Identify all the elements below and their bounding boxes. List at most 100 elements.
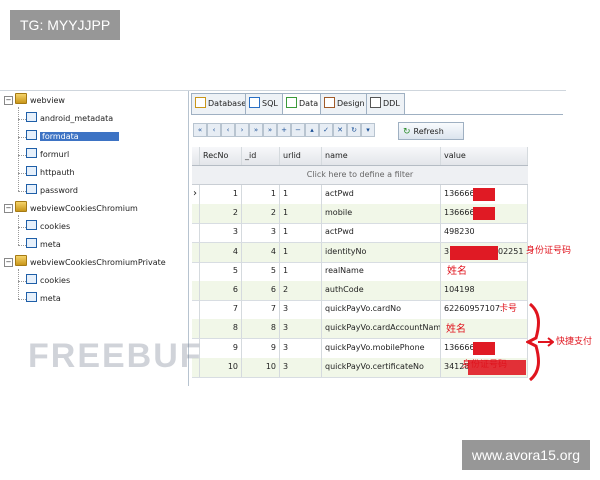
tree-database[interactable]: − webview xyxy=(4,93,65,109)
table-row[interactable]: 6 6 2 authCode 104198 xyxy=(192,281,528,301)
refresh-button[interactable]: ↻ Refresh xyxy=(398,122,464,140)
tab-label: SQL xyxy=(262,99,278,108)
tab-label: Data xyxy=(299,99,319,108)
cell-urlid[interactable]: 1 xyxy=(280,261,322,281)
column-header-name[interactable]: name xyxy=(322,147,441,165)
collapse-icon[interactable]: − xyxy=(4,258,13,267)
tab-ddl[interactable]: DDL xyxy=(366,93,405,115)
collapse-icon[interactable]: − xyxy=(4,96,13,105)
cell-id[interactable]: 8 xyxy=(242,319,280,339)
table-row[interactable]: 5 5 1 realName xyxy=(192,261,528,282)
cell-urlid[interactable]: 3 xyxy=(280,319,322,339)
cell-value[interactable]: 104198 xyxy=(441,281,528,300)
table-icon xyxy=(26,166,37,176)
cell-recno[interactable]: 8 xyxy=(200,319,242,339)
nav-button-6[interactable]: » xyxy=(263,123,277,137)
cell-name[interactable]: mobile xyxy=(322,204,441,224)
annotation-name-label-2: 姓名 xyxy=(446,324,466,335)
nav-button-3[interactable]: ‹ xyxy=(221,123,235,137)
cell-id[interactable]: 1 xyxy=(242,185,280,204)
redaction-box xyxy=(473,188,495,201)
cell-urlid[interactable]: 3 xyxy=(280,338,322,358)
cell-name[interactable]: quickPayVo.certificateNo xyxy=(322,357,441,377)
column-header-urlid[interactable]: urlid xyxy=(280,147,322,165)
cell-name[interactable]: authCode xyxy=(322,281,441,300)
row-indicator xyxy=(192,261,200,281)
tab-sql[interactable]: SQL xyxy=(245,93,283,115)
row-indicator xyxy=(192,204,200,224)
cell-name[interactable]: actPwd xyxy=(322,223,441,243)
tree-table-formdata[interactable]: formdata xyxy=(26,129,119,145)
table-icon xyxy=(26,112,37,122)
tree-table-formurl[interactable]: formurl xyxy=(26,147,69,163)
cell-name[interactable]: quickPayVo.cardAccountName xyxy=(322,319,441,339)
tree-table-password[interactable]: password xyxy=(26,183,78,199)
cell-id[interactable]: 6 xyxy=(242,281,280,300)
cell-recno[interactable]: 7 xyxy=(200,300,242,320)
collapse-icon[interactable]: − xyxy=(4,204,13,213)
cell-name[interactable]: quickPayVo.mobilePhone xyxy=(322,338,441,358)
cell-recno[interactable]: 3 xyxy=(200,223,242,243)
nav-button-12[interactable]: ↻ xyxy=(347,123,361,137)
tab-database[interactable]: Database xyxy=(191,93,252,115)
tree-table-meta[interactable]: meta xyxy=(26,237,61,253)
cell-recno[interactable]: 10 xyxy=(200,357,242,377)
cell-recno[interactable]: 9 xyxy=(200,338,242,358)
nav-button-1[interactable]: « xyxy=(193,123,207,137)
nav-button-11[interactable]: ✕ xyxy=(333,123,347,137)
cell-recno[interactable]: 5 xyxy=(200,261,242,281)
cell-id[interactable]: 4 xyxy=(242,242,280,262)
tree-connector xyxy=(18,107,19,191)
cell-urlid[interactable]: 3 xyxy=(280,357,322,377)
cell-urlid[interactable]: 1 xyxy=(280,242,322,262)
cell-name[interactable]: quickPayVo.cardNo xyxy=(322,300,441,320)
cell-id[interactable]: 10 xyxy=(242,357,280,377)
cell-name[interactable]: realName xyxy=(322,261,441,281)
cell-urlid[interactable]: 1 xyxy=(280,185,322,204)
cell-name[interactable]: actPwd xyxy=(322,185,441,204)
table-row[interactable]: 8 8 3 quickPayVo.cardAccountName xyxy=(192,319,528,340)
annotation-name-label-1: 姓名 xyxy=(447,266,467,277)
table-row[interactable]: 7 7 3 quickPayVo.cardNo 62260957107. xyxy=(192,300,528,321)
column-header-id[interactable]: _id xyxy=(242,147,280,165)
cell-value[interactable]: 498230 xyxy=(441,223,528,243)
nav-button-4[interactable]: › xyxy=(235,123,249,137)
cell-id[interactable]: 9 xyxy=(242,338,280,358)
tree-table-cookies[interactable]: cookies xyxy=(26,273,70,289)
table-row[interactable]: 3 3 1 actPwd 498230 xyxy=(192,223,528,244)
cell-urlid[interactable]: 1 xyxy=(280,223,322,243)
cell-urlid[interactable]: 2 xyxy=(280,281,322,300)
cell-urlid[interactable]: 1 xyxy=(280,204,322,224)
nav-button-5[interactable]: » xyxy=(249,123,263,137)
cell-recno[interactable]: 4 xyxy=(200,242,242,262)
cell-recno[interactable]: 2 xyxy=(200,204,242,224)
tree-table-meta[interactable]: meta xyxy=(26,291,61,307)
tree-table-cookies[interactable]: cookies xyxy=(26,219,70,235)
column-header-value[interactable]: value xyxy=(441,147,528,165)
cell-id[interactable]: 2 xyxy=(242,204,280,224)
nav-button-8[interactable]: − xyxy=(291,123,305,137)
nav-button-10[interactable]: ✓ xyxy=(319,123,333,137)
tree-table-httpauth[interactable]: httpauth xyxy=(26,165,75,181)
cell-name[interactable]: identityNo xyxy=(322,242,441,262)
cell-id[interactable]: 7 xyxy=(242,300,280,320)
tree-database[interactable]: − webviewCookiesChromiumPrivate xyxy=(4,255,166,271)
tree-table-android-metadata[interactable]: android_metadata xyxy=(26,111,113,127)
nav-button-7[interactable]: + xyxy=(277,123,291,137)
cell-id[interactable]: 3 xyxy=(242,223,280,243)
cell-recno[interactable]: 1 xyxy=(200,185,242,204)
row-indicator xyxy=(192,242,200,262)
tree-database[interactable]: − webviewCookiesChromium xyxy=(4,201,138,217)
nav-button-9[interactable]: ▴ xyxy=(305,123,319,137)
tab-data[interactable]: Data xyxy=(282,93,324,115)
cell-id[interactable]: 5 xyxy=(242,261,280,281)
database-icon xyxy=(15,255,27,266)
nav-button-13[interactable]: ▾ xyxy=(361,123,375,137)
cell-recno[interactable]: 6 xyxy=(200,281,242,300)
annotation-quickpay-label: 快捷支付 xyxy=(556,337,593,347)
nav-button-2[interactable]: ‹ xyxy=(207,123,221,137)
column-header-recno[interactable]: RecNo xyxy=(200,147,242,165)
cell-urlid[interactable]: 3 xyxy=(280,300,322,320)
filter-row[interactable]: Click here to define a filter xyxy=(192,166,528,185)
tab-design[interactable]: Design xyxy=(320,93,370,115)
